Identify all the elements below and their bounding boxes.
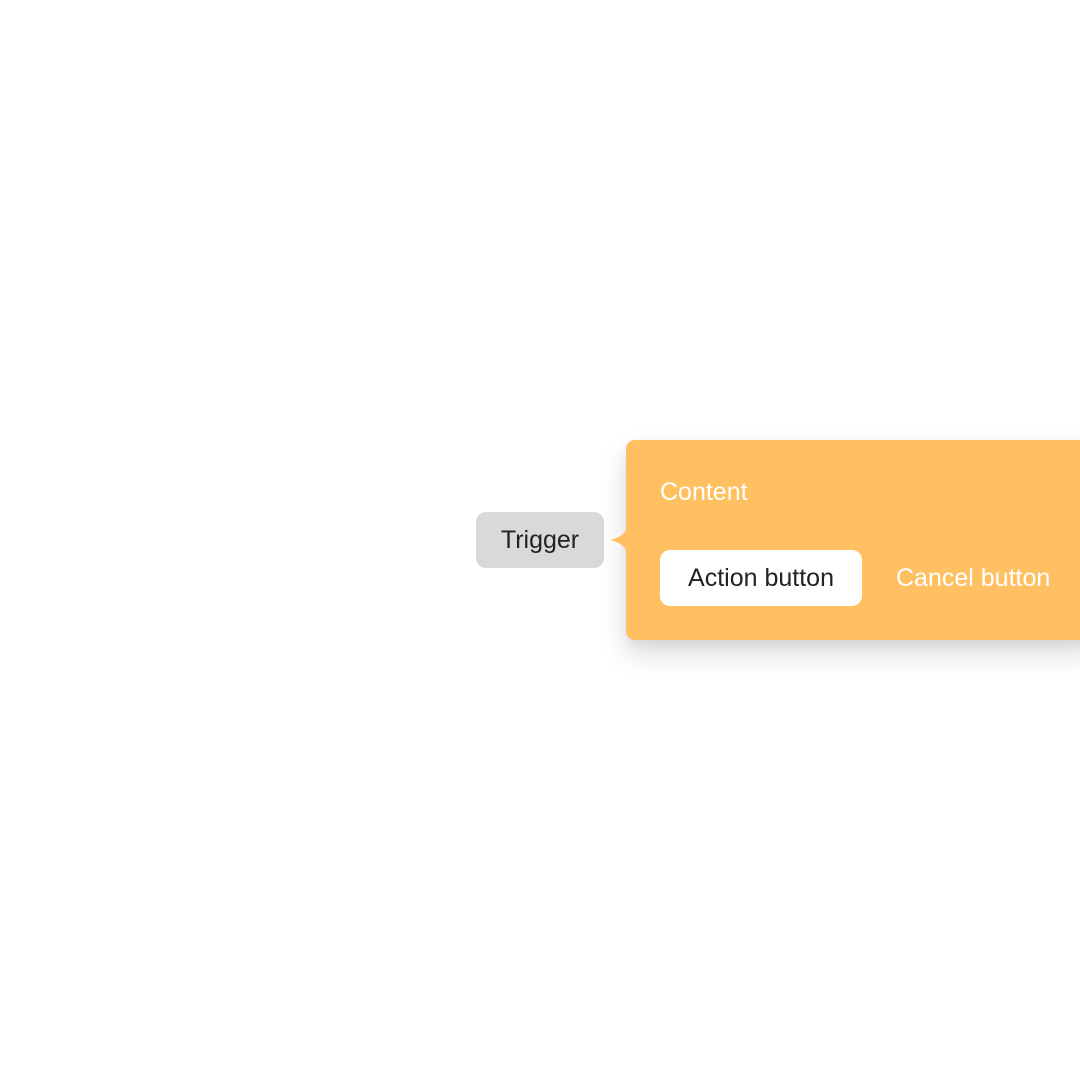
popover-arrow xyxy=(610,522,628,558)
canvas: Trigger Content Action button Cancel but… xyxy=(0,0,1080,1080)
popover-content: Content xyxy=(660,478,748,506)
cancel-button[interactable]: Cancel button xyxy=(874,550,1072,606)
trigger-button[interactable]: Trigger xyxy=(476,512,604,568)
action-button[interactable]: Action button xyxy=(660,550,862,606)
popover: Content Action button Cancel button xyxy=(610,440,1080,640)
